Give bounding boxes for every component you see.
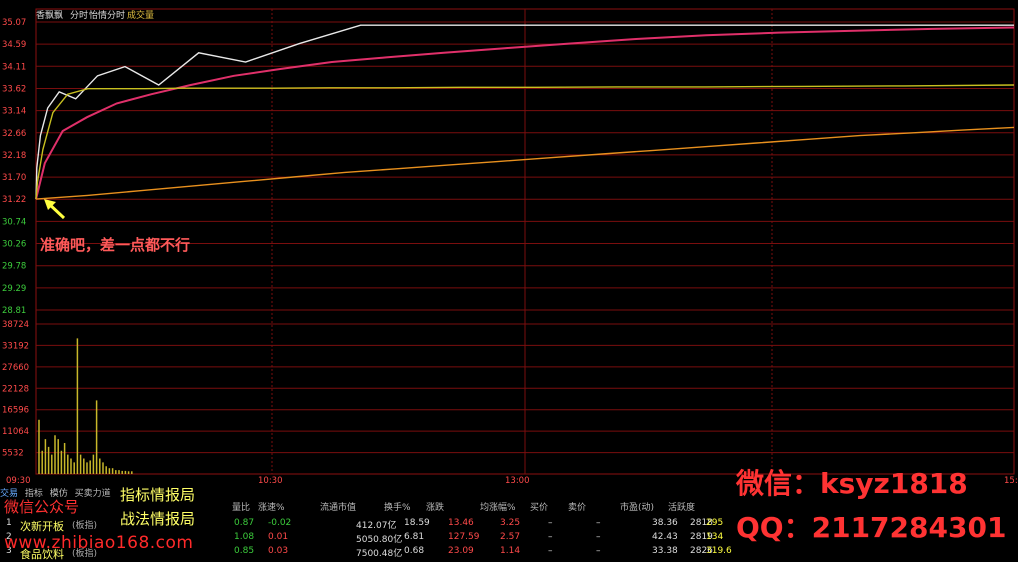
tab-zhangqing[interactable]: 怡情分时	[89, 8, 125, 21]
table-cell: –	[548, 532, 553, 542]
tab-item[interactable]: 买卖力道	[75, 489, 111, 499]
table-cell: 5050.80亿	[356, 535, 403, 545]
table-cell: 13.46	[448, 518, 474, 528]
chart-header: 香飘飘 分时 怡情分时 成交量	[0, 0, 1018, 22]
stock-name: 香飘飘	[36, 11, 64, 21]
row-index: 1	[6, 518, 12, 528]
table-cell: 295	[706, 518, 724, 528]
volume-tick-label: 22128	[2, 384, 29, 394]
price-tick-label: 30.26	[2, 240, 26, 250]
tab-fenshi[interactable]: 分时	[70, 8, 88, 21]
watermark-site: www.zhibiao168.com	[4, 533, 194, 553]
time-tick-label: 10:30	[258, 476, 283, 486]
price-tick-label: 29.29	[2, 284, 26, 294]
price-tick-label: 33.62	[2, 84, 26, 94]
price-tick-label: 33.14	[2, 107, 26, 117]
price-tick-label: 34.59	[2, 40, 26, 50]
arrow-icon	[44, 199, 66, 220]
price-tick-label: 31.70	[2, 173, 26, 183]
table-cell: 23.09	[448, 546, 474, 556]
table-cell: 18.59	[404, 518, 430, 528]
table-cell: 0.01	[268, 532, 289, 542]
table-header-cell: 涨速%	[258, 503, 285, 513]
table-cell: –	[596, 546, 601, 556]
price-tick-label: 31.22	[2, 195, 26, 205]
table-cell: 33.38	[652, 546, 678, 556]
table-cell: 3.25	[500, 518, 521, 528]
table-header-cell: 买价	[530, 503, 549, 513]
table-header-cell: 卖价	[568, 503, 587, 513]
table-cell: 0.87	[234, 518, 255, 528]
volume-tick-label: 5532	[2, 449, 24, 459]
table-cell: –	[596, 518, 601, 528]
table-header-cell: 均涨幅%	[480, 503, 516, 513]
volume-axis: 38724 33192 27660 22128 16596 11064 5532	[2, 320, 29, 459]
price-tick-label: 29.78	[2, 262, 26, 272]
volume-bars	[38, 338, 133, 474]
table-cell: 0.03	[268, 546, 289, 556]
time-tick-label: 13:00	[505, 476, 530, 486]
table-cell: 134	[706, 532, 724, 542]
table-header-cell: 量比	[232, 503, 251, 513]
volume-tick-label: 11064	[2, 427, 29, 437]
table-cell: -0.02	[268, 518, 292, 528]
table-cell: 2.57	[500, 532, 521, 542]
table-header-cell: 流通市值	[320, 503, 357, 513]
time-tick-label: 15:00	[1004, 476, 1018, 486]
table-cell: 1.14	[500, 546, 521, 556]
volume-tick-label: 38724	[2, 320, 29, 330]
price-tick-label: 28.81	[2, 306, 26, 316]
volume-tick-label: 33192	[2, 341, 29, 351]
arrow-annotation: 准确吧，差一点都不行	[40, 236, 190, 254]
watermark-zbqb: 指标情报局	[120, 486, 196, 504]
table-header: 量比 涨速% 流通市值 换手% 涨跌 均涨幅% 买价 卖价 市盈(动) 活跃度	[0, 500, 740, 513]
table-cell: –	[596, 532, 601, 542]
row-tag: (板指)	[72, 521, 98, 531]
watermark-zfqb: 战法情报局	[120, 510, 196, 528]
table-header-cell: 市盈(动)	[620, 503, 655, 513]
table-cell: 0.68	[404, 546, 425, 556]
watermark-wechat: 微信：ksyz1818	[736, 467, 968, 500]
table-cell: 127.59	[448, 532, 480, 542]
volume-tick-label: 27660	[2, 363, 29, 373]
table-cell: 319.6	[706, 546, 732, 556]
table-header-cell: 活跃度	[668, 503, 696, 513]
table-cell: 7500.48亿	[356, 549, 403, 559]
table-cell: 6.81	[404, 532, 425, 542]
table-row[interactable]: 1 次新开板 (板指) 0.87 -0.02 412.07亿 18.59 13.46 3.25–…	[0, 518, 740, 533]
table-cell: 412.07亿	[356, 521, 397, 531]
table-cell: –	[548, 546, 553, 556]
table-cell: 1.08	[234, 532, 255, 542]
tab-volume[interactable]: 成交量	[127, 8, 154, 21]
table-cell: 42.43	[652, 532, 678, 542]
table-header-cell: 换手%	[384, 503, 411, 513]
watermark-qq: QQ：2117284301	[736, 511, 1007, 544]
price-tick-label: 30.74	[2, 217, 26, 227]
table-cell: 38.36	[652, 518, 678, 528]
price-tick-label: 34.11	[2, 62, 26, 72]
intraday-chart[interactable]: 35.0734.5934.1133.6233.1432.6632.1831.70…	[0, 0, 1018, 486]
table-header-cell: 涨跌	[426, 503, 445, 513]
table-cell: 0.85	[234, 546, 255, 556]
price-tick-label: 32.66	[2, 129, 26, 139]
time-tick-label: 09:30	[6, 476, 31, 486]
price-axis: 35.0734.5934.1133.6233.1432.6632.1831.70…	[2, 18, 26, 316]
table-cell: –	[548, 518, 553, 528]
watermark-gzh: 微信公众号	[4, 498, 80, 516]
price-tick-label: 32.18	[2, 151, 26, 161]
volume-tick-label: 16596	[2, 406, 29, 416]
